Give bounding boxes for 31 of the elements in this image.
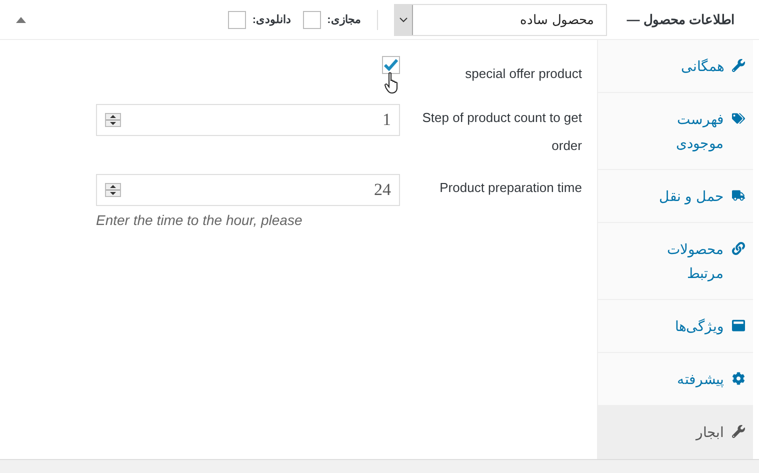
tag-icon bbox=[732, 112, 745, 125]
wrench-icon bbox=[732, 425, 745, 438]
field-label: Product preparation time bbox=[438, 179, 582, 197]
spinner-icon[interactable] bbox=[105, 113, 121, 127]
sidebar-tab[interactable]: ویژگی‌ها bbox=[598, 300, 753, 353]
sidebar-tab[interactable]: محصولات مرتبط bbox=[598, 223, 753, 300]
checkbox[interactable] bbox=[382, 56, 400, 74]
sidebar-tab[interactable]: همگانی bbox=[598, 40, 753, 93]
number-field[interactable]: 1 bbox=[96, 104, 400, 136]
field-description: Enter the time to the hour, please bbox=[96, 212, 302, 228]
link-icon bbox=[732, 242, 745, 255]
product-type-select[interactable]: محصول ساده bbox=[394, 4, 607, 36]
window-icon bbox=[732, 319, 745, 332]
option-checkbox[interactable] bbox=[303, 10, 322, 28]
field-label: Step of product count to get order bbox=[421, 109, 582, 155]
panel-title: اطلاعات محصول — bbox=[626, 12, 735, 27]
option-label: دانلودی: bbox=[252, 13, 292, 26]
sidebar-tab[interactable]: حمل و نقل bbox=[598, 170, 753, 223]
collapse-arrow-icon[interactable] bbox=[16, 16, 26, 22]
number-field[interactable]: 24 bbox=[96, 174, 400, 206]
sidebar-tab[interactable]: فهرست موجودی bbox=[598, 93, 753, 170]
option-label: مجازی: bbox=[327, 13, 361, 26]
chevron-down-icon bbox=[398, 16, 408, 22]
sidebar-tab[interactable]: ابجار bbox=[598, 406, 753, 459]
field-label: special offer product bbox=[464, 65, 582, 83]
gear-icon bbox=[732, 372, 745, 385]
option-checkbox[interactable] bbox=[228, 10, 246, 28]
spinner-icon[interactable] bbox=[105, 183, 121, 197]
wrench-icon bbox=[732, 59, 745, 72]
truck-icon bbox=[732, 189, 745, 202]
pointer-cursor-icon bbox=[384, 72, 400, 94]
